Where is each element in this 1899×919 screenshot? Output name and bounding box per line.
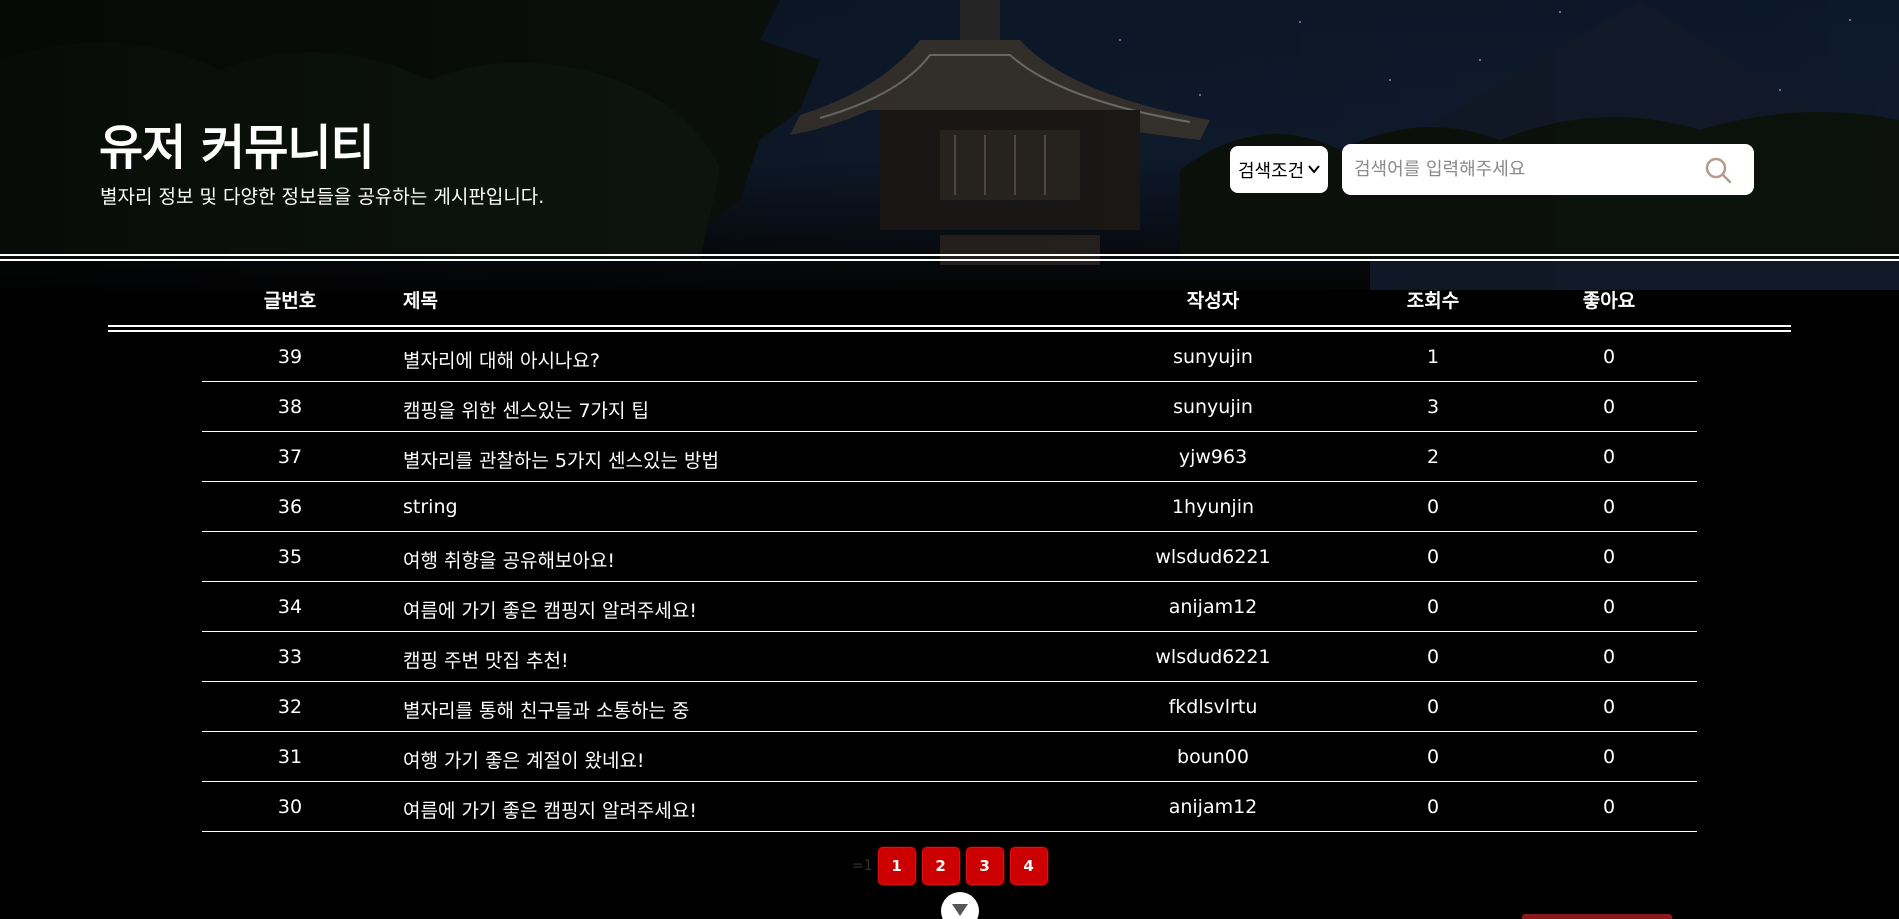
- table-row[interactable]: 32 별자리를 통해 친구들과 소통하는 중 fkdlsvlrtu 0 0: [0, 682, 1899, 732]
- post-views: 0: [1426, 646, 1440, 668]
- post-likes: 0: [1602, 396, 1616, 418]
- post-likes: 0: [1602, 746, 1616, 768]
- post-author: wlsdud6221: [1155, 646, 1271, 668]
- post-title-link[interactable]: 별자리를 관찰하는 5가지 센스있는 방법: [403, 446, 719, 473]
- search-field[interactable]: [1342, 144, 1754, 195]
- post-number: 37: [277, 446, 303, 468]
- post-views: 0: [1426, 796, 1440, 818]
- post-author: boun00: [1177, 746, 1249, 768]
- post-title-link[interactable]: string: [403, 496, 458, 518]
- post-title-link[interactable]: 여행 가기 좋은 계절이 왔네요!: [403, 746, 645, 773]
- post-views: 0: [1426, 746, 1440, 768]
- table-row[interactable]: 33 캠핑 주변 맛집 추천! wlsdud6221 0 0: [0, 632, 1899, 682]
- post-title-link[interactable]: 별자리에 대해 아시나요?: [403, 346, 600, 373]
- post-likes: 0: [1602, 496, 1616, 518]
- table-row[interactable]: 36 string 1hyunjin 0 0: [0, 482, 1899, 532]
- table-row[interactable]: 37 별자리를 관찰하는 5가지 센스있는 방법 yjw963 2 0: [0, 432, 1899, 482]
- search-icon[interactable]: [1704, 156, 1732, 184]
- post-views: 0: [1426, 596, 1440, 618]
- search-input[interactable]: [1354, 159, 1694, 180]
- table-header: 글번호 제목 작성자 조회수 좋아요: [0, 282, 1899, 318]
- post-title-link[interactable]: 여름에 가기 좋은 캠핑지 알려주세요!: [403, 596, 697, 623]
- divider: [0, 254, 1899, 256]
- chevron-down-icon: [951, 902, 969, 919]
- post-title-link[interactable]: 캠핑 주변 맛집 추천!: [403, 646, 569, 673]
- post-views: 0: [1426, 496, 1440, 518]
- scroll-down-button[interactable]: [941, 892, 979, 919]
- page-title: 유저 커뮤니티: [99, 120, 375, 176]
- post-likes: 0: [1602, 446, 1616, 468]
- post-author: sunyujin: [1173, 346, 1253, 368]
- post-views: 0: [1426, 696, 1440, 718]
- table-row[interactable]: 31 여행 가기 좋은 계절이 왔네요! boun00 0 0: [0, 732, 1899, 782]
- post-number: 38: [277, 396, 303, 418]
- page-button-2[interactable]: 2: [920, 846, 961, 886]
- page-button-4[interactable]: 4: [1008, 846, 1049, 886]
- divider: [108, 325, 1791, 327]
- post-number: 35: [277, 546, 303, 568]
- page-button-3[interactable]: 3: [964, 846, 1005, 886]
- search-condition-label: 검색조건: [1238, 160, 1305, 182]
- post-number: 32: [277, 696, 303, 718]
- post-author: yjw963: [1178, 446, 1248, 468]
- post-likes: 0: [1602, 696, 1616, 718]
- post-title-link[interactable]: 캠핑을 위한 센스있는 7가지 팁: [403, 396, 649, 423]
- pagination-prefix: =1: [852, 858, 873, 874]
- write-post-button[interactable]: [1522, 914, 1672, 919]
- post-views: 3: [1426, 396, 1440, 418]
- table-row[interactable]: 30 여름에 가기 좋은 캠핑지 알려주세요! anijam12 0 0: [0, 782, 1899, 832]
- column-header-likes: 좋아요: [1582, 290, 1636, 312]
- post-author: wlsdud6221: [1155, 546, 1271, 568]
- post-author: fkdlsvlrtu: [1168, 696, 1258, 718]
- column-header-no: 글번호: [263, 290, 317, 312]
- post-author: anijam12: [1168, 596, 1258, 618]
- post-views: 1: [1426, 346, 1440, 368]
- table-row[interactable]: 38 캠핑을 위한 센스있는 7가지 팁 sunyujin 3 0: [0, 382, 1899, 432]
- post-author: sunyujin: [1173, 396, 1253, 418]
- post-views: 0: [1426, 546, 1440, 568]
- table-row[interactable]: 35 여행 취향을 공유해보아요! wlsdud6221 0 0: [0, 532, 1899, 582]
- post-list: 39 별자리에 대해 아시나요? sunyujin 1 0 38 캠핑을 위한 …: [0, 332, 1899, 832]
- post-number: 31: [277, 746, 303, 768]
- post-number: 33: [277, 646, 303, 668]
- post-author: 1hyunjin: [1171, 496, 1255, 518]
- table-row[interactable]: 34 여름에 가기 좋은 캠핑지 알려주세요! anijam12 0 0: [0, 582, 1899, 632]
- post-likes: 0: [1602, 596, 1616, 618]
- table-row[interactable]: 39 별자리에 대해 아시나요? sunyujin 1 0: [0, 332, 1899, 382]
- column-header-title: 제목: [403, 290, 438, 312]
- post-number: 36: [277, 496, 303, 518]
- search-condition-select[interactable]: 검색조건: [1230, 146, 1328, 193]
- post-views: 2: [1426, 446, 1440, 468]
- post-likes: 0: [1602, 546, 1616, 568]
- column-header-author: 작성자: [1186, 290, 1240, 312]
- chevron-down-icon: [1308, 163, 1321, 177]
- post-number: 30: [277, 796, 303, 818]
- post-number: 39: [277, 346, 303, 368]
- pagination: =1 1 2 3 4: [852, 846, 1053, 886]
- post-title-link[interactable]: 여행 취향을 공유해보아요!: [403, 546, 615, 573]
- post-number: 34: [277, 596, 303, 618]
- post-title-link[interactable]: 여름에 가기 좋은 캠핑지 알려주세요!: [403, 796, 697, 823]
- post-likes: 0: [1602, 346, 1616, 368]
- page-subtitle: 별자리 정보 및 다양한 정보들을 공유하는 게시판입니다.: [100, 186, 545, 208]
- post-author: anijam12: [1168, 796, 1258, 818]
- page-button-1[interactable]: 1: [876, 846, 917, 886]
- column-header-views: 조회수: [1406, 290, 1460, 312]
- post-likes: 0: [1602, 796, 1616, 818]
- post-title-link[interactable]: 별자리를 통해 친구들과 소통하는 중: [403, 696, 689, 723]
- post-likes: 0: [1602, 646, 1616, 668]
- divider: [0, 259, 1899, 261]
